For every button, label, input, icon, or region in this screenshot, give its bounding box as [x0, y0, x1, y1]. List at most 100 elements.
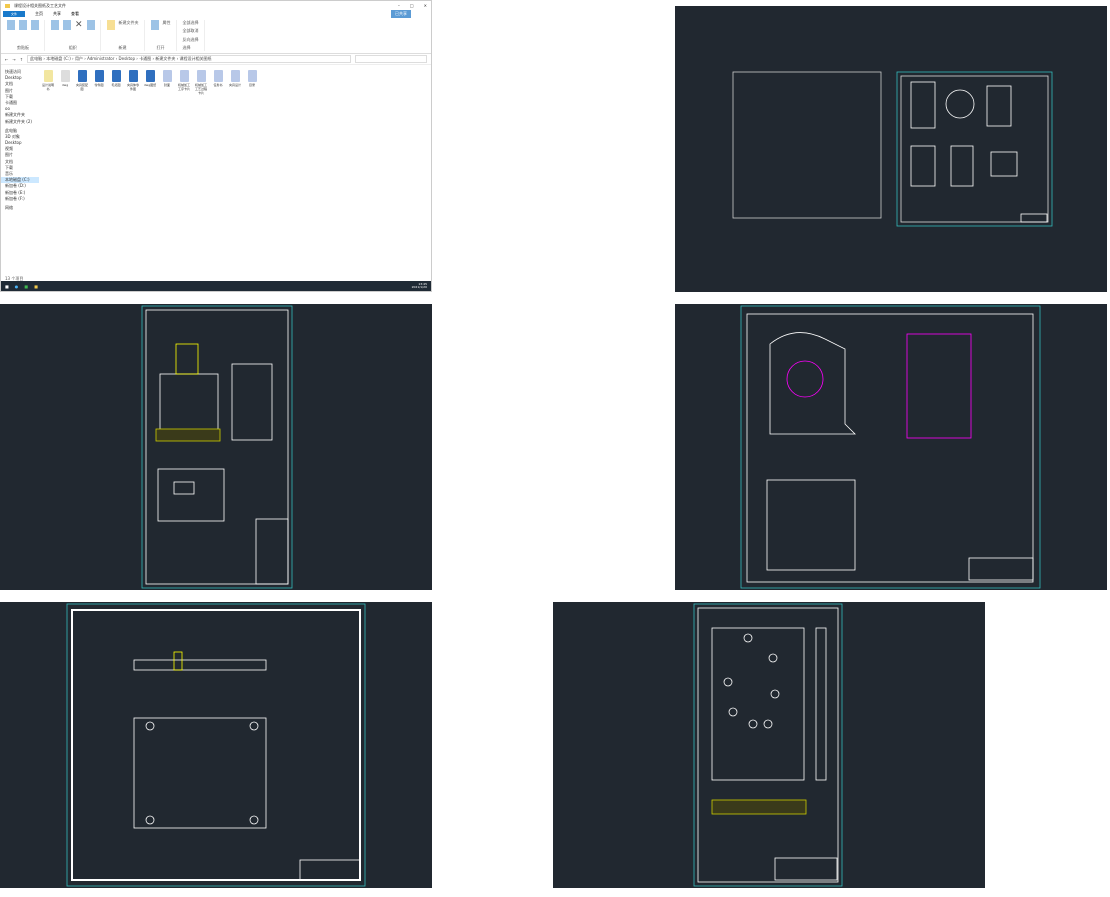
clock: 13:45 2021/1/20: [411, 282, 427, 290]
address-bar-row: ← → ↑ 此电脑 › 本地磁盘 (C:) › 用户 › Administrator…: [1, 54, 431, 65]
cad-fixture-body-drawing: [553, 602, 985, 888]
breadcrumb-item[interactable]: Administrator: [87, 56, 114, 61]
file-item[interactable]: 设计说明书: [41, 70, 55, 95]
group-label: 打开: [156, 45, 165, 50]
file-item[interactable]: 毛坯图: [109, 70, 123, 95]
file-name: 零件图: [94, 83, 104, 87]
file-name: 机械加工工序卡片: [177, 83, 190, 91]
cad-drawing: [66, 603, 366, 887]
file-name: 夹具设计: [228, 83, 241, 87]
copy-to-button[interactable]: [63, 20, 71, 30]
edge-icon[interactable]: ●: [15, 284, 19, 289]
breadcrumb-item[interactable]: 本地磁盘 (C:): [46, 56, 71, 61]
ribbon-tabs: 文件 主页 共享 查看 已共享: [1, 10, 431, 18]
search-input[interactable]: [355, 55, 427, 63]
forward-button[interactable]: →: [12, 57, 15, 62]
breadcrumb-item[interactable]: 新建文件夹: [155, 56, 175, 61]
select-all-button[interactable]: 全部选择: [183, 20, 199, 26]
copy-button[interactable]: [19, 20, 27, 30]
cad-drawing: [740, 305, 1041, 589]
cad-file-icon: [128, 70, 138, 82]
word-file-icon: [230, 70, 240, 82]
file-name: 设计说明书: [41, 83, 54, 91]
cad-file-icon: [77, 70, 87, 82]
group-label: 剪贴板: [17, 45, 29, 50]
window-title: 课程设计相关图纸及工艺文件: [14, 2, 66, 8]
invert-selection-button[interactable]: 反向选择: [183, 37, 199, 43]
share-button[interactable]: 已共享: [391, 10, 411, 18]
file-name: 任务书: [213, 83, 223, 87]
address-bar[interactable]: 此电脑 › 本地磁盘 (C:) › 用户 › Administrator › D…: [27, 55, 351, 63]
pin-button[interactable]: [7, 20, 15, 30]
cad-drawing: [732, 71, 1053, 227]
cad-file-icon: [94, 70, 104, 82]
cad-fixture-assembly: [0, 304, 432, 590]
rename-button[interactable]: [86, 20, 95, 30]
file-explorer-taskbar-icon[interactable]: ■: [34, 284, 38, 289]
file-name: dwg图纸: [143, 83, 157, 87]
file-name: 机械加工工艺过程卡片: [194, 83, 207, 95]
file-item[interactable]: dwg: [58, 70, 72, 95]
cad-layout-overview: [675, 6, 1107, 292]
nav-item[interactable]: 网络: [1, 205, 39, 211]
breadcrumb-item[interactable]: 课程设计相关图纸: [180, 56, 212, 61]
cad-file-icon: [111, 70, 121, 82]
taskbar: ■ ● ■ ■ 13:45 2021/1/20: [1, 281, 431, 291]
paste-button[interactable]: [31, 20, 39, 30]
word-file-icon: [179, 70, 189, 82]
folder-file-icon: [60, 70, 70, 82]
properties-label: 属性: [162, 20, 171, 25]
file-name: 夹具装配图: [75, 83, 88, 91]
new-folder-label: 新建文件夹: [118, 20, 139, 25]
word-file-icon: [162, 70, 172, 82]
file-name: 封面: [163, 83, 170, 87]
file-item[interactable]: 夹具装配图: [75, 70, 89, 95]
ribbon: 剪贴板 ✕ 组织 新建文件夹 新建 属性 打开 全部选择 全部取消 反向选择 选择: [1, 18, 431, 54]
cad-drawing: [693, 603, 843, 887]
cad-drawing: [141, 305, 293, 589]
group-label: 新建: [118, 45, 127, 50]
nav-item[interactable]: 新建文件夹 (2): [1, 119, 39, 125]
file-item[interactable]: 夹具设计: [228, 70, 242, 95]
file-item[interactable]: 封面: [160, 70, 174, 95]
navigation-pane: 快速访问 Desktop 文档 图片 下载 卡通图 oo 新建文件夹 新建文件夹 (2) 此电脑 3…: [1, 65, 39, 275]
app-icon[interactable]: ■: [24, 284, 28, 289]
tab-share[interactable]: 共享: [53, 11, 61, 17]
breadcrumb-item[interactable]: 用户: [75, 56, 83, 61]
tab-view[interactable]: 查看: [71, 11, 79, 17]
nav-item[interactable]: 新加卷 (F:): [1, 196, 39, 202]
word-file-icon: [213, 70, 223, 82]
file-item[interactable]: 夹具体零件图: [126, 70, 140, 95]
file-item[interactable]: 目录: [245, 70, 259, 95]
maximize-button[interactable]: □: [410, 3, 414, 8]
new-folder-button[interactable]: [106, 20, 115, 30]
word-file-icon: [196, 70, 206, 82]
move-to-button[interactable]: [51, 20, 59, 30]
breadcrumb-item[interactable]: Desktop: [119, 56, 136, 61]
file-name: 毛坯图: [111, 83, 121, 87]
file-item[interactable]: dwg图纸: [143, 70, 157, 95]
minimize-button[interactable]: –: [398, 3, 400, 8]
breadcrumb-item[interactable]: 此电脑: [30, 56, 42, 61]
tab-home[interactable]: 主页: [35, 11, 43, 17]
cad-part-drawing: [675, 304, 1107, 590]
tab-file[interactable]: 文件: [3, 11, 25, 17]
doc-file-icon: [43, 70, 53, 82]
file-item[interactable]: 零件图: [92, 70, 106, 95]
breadcrumb-item[interactable]: 卡通图: [139, 56, 151, 61]
file-item[interactable]: 机械加工工艺过程卡片: [194, 70, 208, 95]
properties-button[interactable]: [150, 20, 159, 30]
close-button[interactable]: ✕: [424, 3, 427, 8]
clock-date: 2021/1/20: [411, 285, 427, 289]
up-button[interactable]: ↑: [20, 57, 23, 62]
delete-button[interactable]: ✕: [75, 20, 83, 30]
file-name: 夹具体零件图: [126, 83, 139, 91]
file-name: 目录: [248, 83, 255, 87]
select-none-button[interactable]: 全部取消: [183, 28, 199, 34]
start-button[interactable]: ■: [5, 284, 9, 289]
cad-file-icon: [145, 70, 155, 82]
back-button[interactable]: ←: [5, 57, 8, 62]
file-item[interactable]: 机械加工工序卡片: [177, 70, 191, 95]
file-item[interactable]: 任务书: [211, 70, 225, 95]
group-label: 选择: [182, 44, 191, 50]
